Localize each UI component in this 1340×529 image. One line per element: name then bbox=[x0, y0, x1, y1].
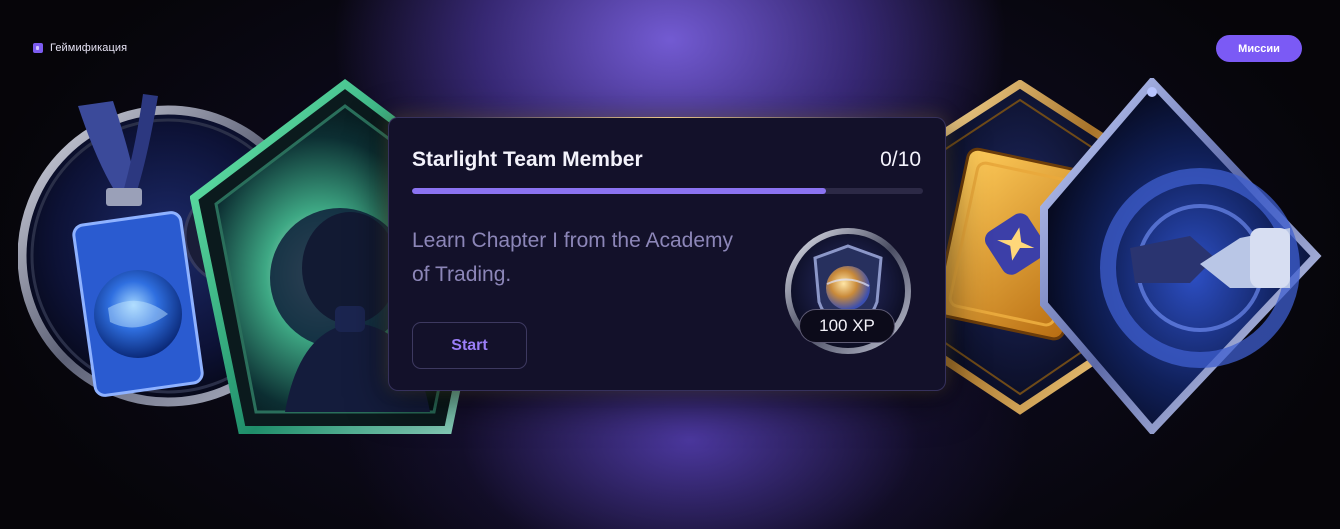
brand[interactable]: Геймификация bbox=[33, 42, 127, 54]
brand-label: Геймификация bbox=[50, 42, 128, 54]
brand-logo-icon bbox=[33, 43, 43, 53]
mission-description: Learn Chapter I from the Academy of Trad… bbox=[412, 229, 733, 286]
mission-title: Starlight Team Member bbox=[412, 148, 643, 171]
handshake-icon bbox=[1040, 78, 1322, 434]
handshake-diamond-badge[interactable] bbox=[1040, 78, 1326, 434]
mission-card: Starlight Team Member 0/10 Learn Chapter… bbox=[388, 117, 946, 391]
gamification-scene: Геймификация Миссии Starlight Team Membe… bbox=[0, 0, 1340, 529]
xp-reward-label: 100 XP bbox=[799, 309, 895, 343]
start-button[interactable]: Start bbox=[412, 322, 527, 369]
mission-progress-bar bbox=[412, 188, 923, 194]
mission-progress-fill bbox=[412, 188, 826, 194]
mission-progress-text: 0/10 bbox=[880, 148, 921, 171]
missions-button[interactable]: Миссии bbox=[1216, 35, 1302, 62]
